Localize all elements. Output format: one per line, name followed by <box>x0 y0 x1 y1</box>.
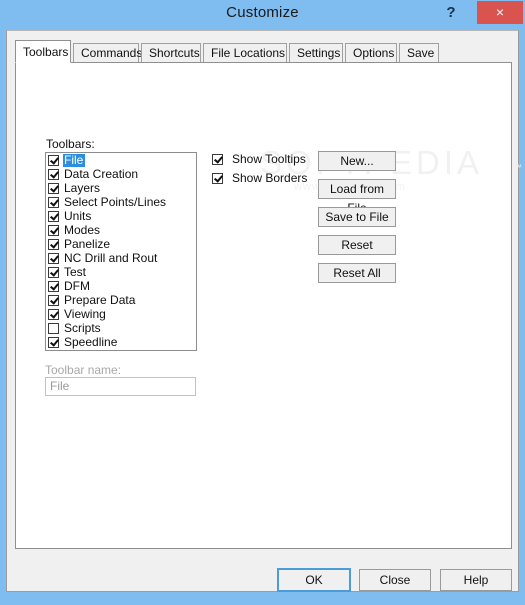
list-item-label: NC Drill and Rout <box>64 250 158 265</box>
tab-toolbars[interactable]: Toolbars <box>15 40 71 63</box>
toolbars-list-label: Toolbars: <box>46 137 95 151</box>
tab-strip: Toolbars Commands Shortcuts File Locations S… <box>15 40 512 63</box>
show-borders-label: Show Borders <box>232 171 308 185</box>
checkmark-icon[interactable] <box>48 154 59 166</box>
checkmark-icon[interactable] <box>48 266 59 278</box>
close-button[interactable]: Close <box>359 569 431 591</box>
list-item-label: DFM <box>64 278 90 293</box>
list-item[interactable]: Layers <box>46 181 196 195</box>
list-item[interactable]: Test <box>46 265 196 279</box>
tab-options[interactable]: Options <box>345 43 397 62</box>
checkmark-icon[interactable] <box>48 336 59 348</box>
list-item[interactable]: Modes <box>46 223 196 237</box>
list-item-label: Select Points/Lines <box>64 194 167 209</box>
list-item[interactable]: Data Creation <box>46 167 196 181</box>
tab-commands[interactable]: Commands <box>73 43 142 62</box>
list-item[interactable]: Viewing <box>46 307 196 321</box>
checkmark-icon <box>212 153 223 165</box>
toolbar-name-label: Toolbar name: <box>45 363 122 377</box>
list-item[interactable]: Speedline <box>46 335 196 349</box>
checkmark-icon[interactable] <box>48 280 59 292</box>
list-item-label: Speedline <box>64 334 118 349</box>
tab-panel-toolbars: SOFTPEDIA www.softpedia.com ™ Toolbars: … <box>15 62 522 549</box>
watermark-tm-icon: ™ <box>514 163 522 172</box>
list-item[interactable]: DFM <box>46 279 196 293</box>
checkmark-icon[interactable] <box>48 308 59 320</box>
list-item-label: File <box>63 152 86 167</box>
customize-dialog-window: Customize ? × Toolbars Commands Shortcuts F… <box>0 0 525 605</box>
list-item[interactable]: Prepare Data <box>46 293 196 307</box>
tab-shortcuts[interactable]: Shortcuts <box>141 43 201 62</box>
save-to-file-button[interactable]: Save to File <box>318 207 396 227</box>
checkmark-icon[interactable] <box>48 196 59 208</box>
toolbars-listbox[interactable]: File Data Creation Layers Select Points/Lin… <box>45 152 197 351</box>
list-item[interactable]: Select Points/Lines <box>46 195 196 209</box>
help-icon[interactable]: ? <box>437 0 465 26</box>
new-toolbar-button[interactable]: New... <box>318 151 396 171</box>
tab-file-locations[interactable]: File Locations <box>203 43 287 62</box>
list-item[interactable]: Units <box>46 209 196 223</box>
list-item-label: Test <box>64 264 87 279</box>
list-item-label: Modes <box>64 222 101 237</box>
title-bar: Customize ? × <box>0 0 525 30</box>
help-button[interactable]: Help <box>440 569 512 591</box>
tab-save[interactable]: Save <box>399 43 439 62</box>
show-tooltips-label: Show Tooltips <box>232 152 306 166</box>
show-tooltips-checkbox-row[interactable]: Show Tooltips <box>212 152 306 166</box>
list-item[interactable]: NC Drill and Rout <box>46 251 196 265</box>
checkmark-icon[interactable] <box>48 224 59 236</box>
list-item-label: Panelize <box>64 236 111 251</box>
checkmark-icon[interactable] <box>48 168 59 180</box>
checkmark-icon[interactable] <box>48 210 59 222</box>
close-icon[interactable]: × <box>477 1 523 24</box>
checkmark-icon[interactable] <box>48 238 59 250</box>
ok-button[interactable]: OK <box>277 568 351 592</box>
list-item[interactable]: File <box>46 153 196 167</box>
toolbar-name-input[interactable]: File <box>45 377 196 396</box>
list-item-label: Data Creation <box>64 166 139 181</box>
list-item-label: Scripts <box>64 320 101 335</box>
list-item-label: Layers <box>64 180 101 195</box>
reset-all-button[interactable]: Reset All <box>318 263 396 283</box>
list-item-label: Units <box>64 208 92 223</box>
load-from-file-button[interactable]: Load from File <box>318 179 396 215</box>
checkmark-icon[interactable] <box>48 294 59 306</box>
list-item-label: Prepare Data <box>64 292 136 307</box>
reset-button[interactable]: Reset <box>318 235 396 255</box>
checkmark-icon[interactable] <box>48 252 59 264</box>
empty-checkbox-icon[interactable] <box>48 322 59 334</box>
list-item[interactable]: Panelize <box>46 237 196 251</box>
list-item-label: Viewing <box>64 306 106 321</box>
show-borders-checkbox-row[interactable]: Show Borders <box>212 171 307 185</box>
tab-settings[interactable]: Settings <box>289 43 343 62</box>
list-item[interactable]: Scripts <box>46 321 196 335</box>
dialog-body: Toolbars Commands Shortcuts File Locations S… <box>6 30 522 592</box>
checkmark-icon <box>212 172 223 184</box>
checkmark-icon[interactable] <box>48 182 59 194</box>
